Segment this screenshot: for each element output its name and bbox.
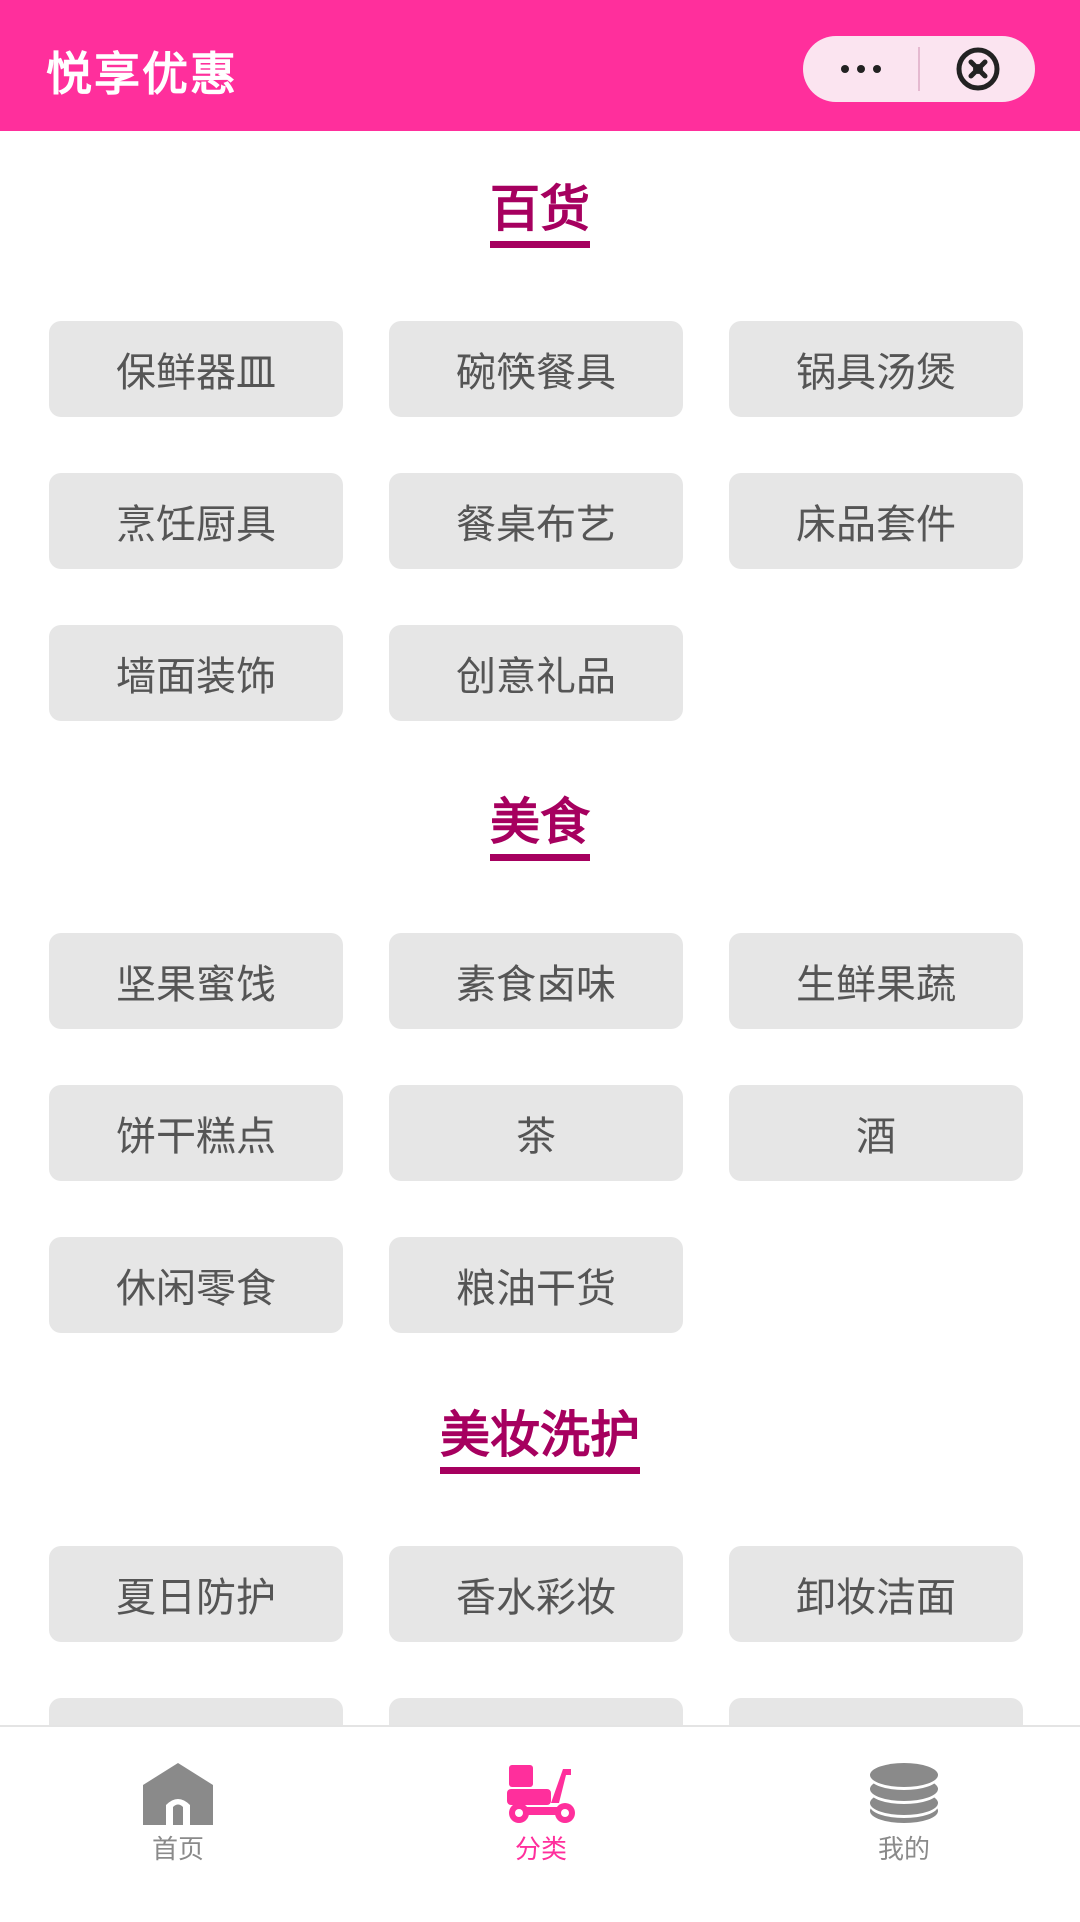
category-chip[interactable]: 香水彩妆 <box>389 1546 683 1642</box>
category-chip[interactable]: 墙面装饰 <box>49 625 343 721</box>
category-chip[interactable]: 坚果蜜饯 <box>49 933 343 1029</box>
category-chip[interactable]: 锅具汤煲 <box>729 321 1023 417</box>
category-list[interactable]: 百货 保鲜器皿 碗筷餐具 锅具汤煲 烹饪厨具 餐桌布艺 床品套件 墙面装饰 创意… <box>0 131 1080 1725</box>
tab-mine-label: 我的 <box>877 1835 930 1865</box>
tab-home[interactable]: 首页 <box>78 1761 278 1866</box>
category-chip[interactable]: 碗筷餐具 <box>389 321 683 417</box>
delivery-scooter-icon <box>507 1765 575 1823</box>
category-chip[interactable]: 素食卤味 <box>389 933 683 1029</box>
category-chip[interactable]: 休闲零食 <box>49 1237 343 1333</box>
section-title-meishi: 美食 <box>0 792 1080 861</box>
section-title-baihuo: 百货 <box>0 179 1080 248</box>
section-grid-meizhuang: 夏日防护 香水彩妆 卸妆洁面 <box>49 1546 1024 1725</box>
category-chip[interactable] <box>389 1698 683 1725</box>
category-chip[interactable]: 酒 <box>729 1085 1023 1181</box>
tab-home-label: 首页 <box>151 1835 204 1865</box>
category-chip[interactable]: 创意礼品 <box>389 625 683 721</box>
category-chip[interactable]: 床品套件 <box>729 473 1023 569</box>
section-title-meizhuang: 美妆洗护 <box>0 1405 1080 1474</box>
section-grid-meishi: 坚果蜜饯 素食卤味 生鲜果蔬 饼干糕点 茶 酒 休闲零食 粮油干货 <box>49 933 1024 1333</box>
tab-category-label: 分类 <box>514 1835 567 1865</box>
close-icon <box>956 47 999 91</box>
category-chip[interactable]: 生鲜果蔬 <box>729 933 1023 1029</box>
category-chip[interactable]: 餐桌布艺 <box>389 473 683 569</box>
more-button[interactable] <box>803 36 918 102</box>
section-grid-baihuo: 保鲜器皿 碗筷餐具 锅具汤煲 烹饪厨具 餐桌布艺 床品套件 墙面装饰 创意礼品 <box>49 321 1024 721</box>
tab-mine[interactable]: 我的 <box>804 1761 1004 1866</box>
close-button[interactable] <box>920 36 1035 102</box>
category-chip[interactable] <box>729 1698 1023 1725</box>
mini-program-capsule <box>803 36 1035 102</box>
category-chip[interactable]: 保鲜器皿 <box>49 321 343 417</box>
category-chip[interactable]: 饼干糕点 <box>49 1085 343 1181</box>
category-chip[interactable]: 烹饪厨具 <box>49 473 343 569</box>
app-title: 悦享优惠 <box>46 47 238 101</box>
category-chip[interactable]: 卸妆洁面 <box>729 1546 1023 1642</box>
more-icon <box>840 65 881 73</box>
category-chip[interactable]: 茶 <box>389 1085 683 1181</box>
category-chip[interactable]: 粮油干货 <box>389 1237 683 1333</box>
home-icon <box>143 1763 213 1825</box>
bottom-tab-bar: 首页 分类 我的 <box>0 1725 1080 1922</box>
coins-stack-icon <box>870 1763 938 1823</box>
tab-category[interactable]: 分类 <box>441 1761 641 1866</box>
top-bar: 悦享优惠 <box>0 0 1080 131</box>
category-chip[interactable] <box>49 1698 343 1725</box>
category-chip[interactable]: 夏日防护 <box>49 1546 343 1642</box>
